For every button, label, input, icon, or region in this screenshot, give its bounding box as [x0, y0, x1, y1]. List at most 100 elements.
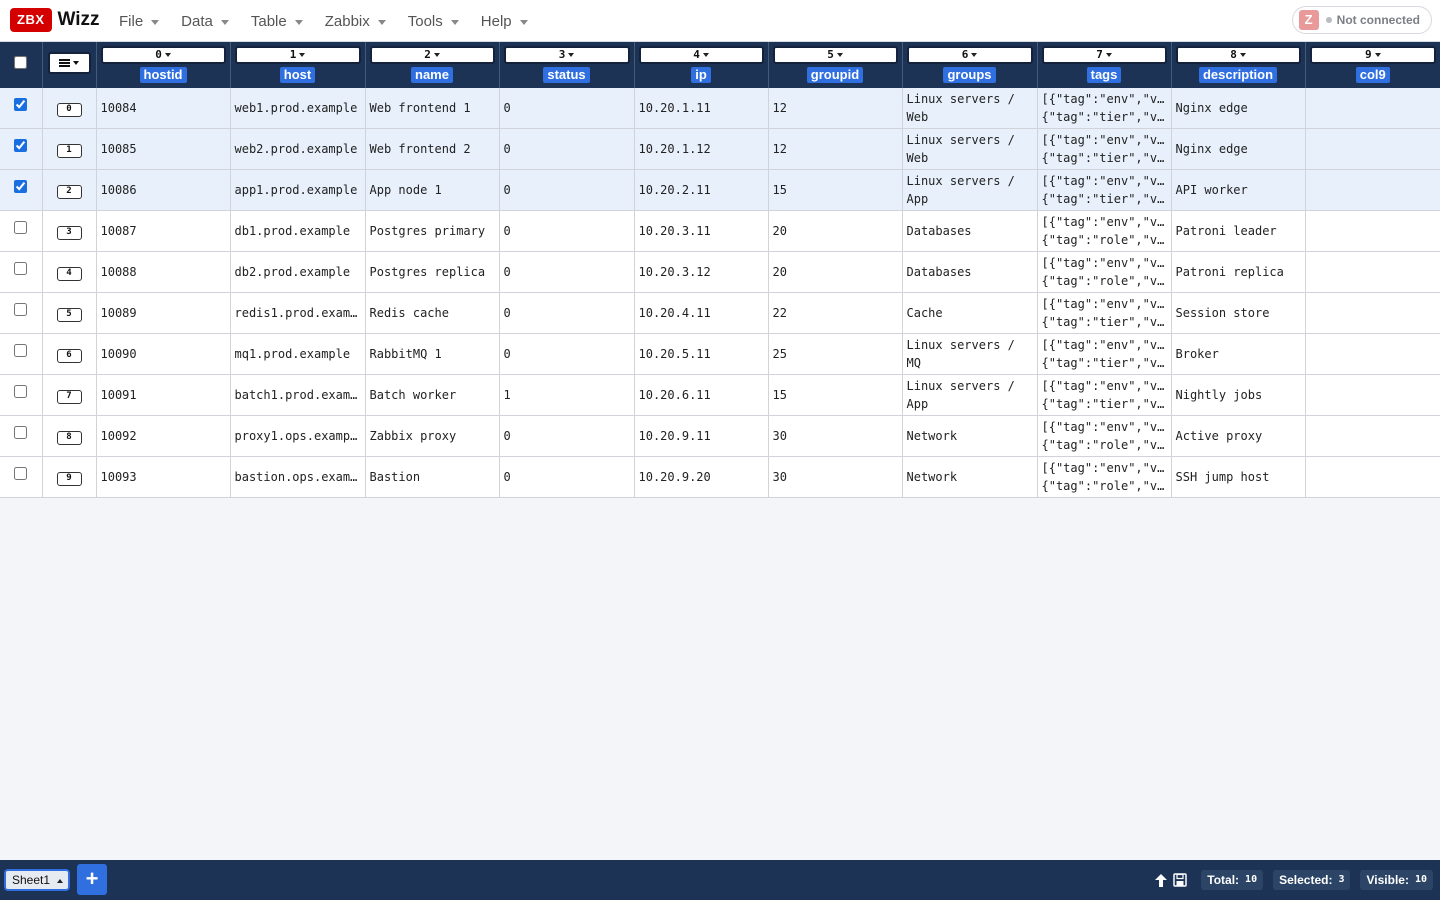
table-row[interactable]: 9 10093 bastion.ops.example Bastion 0 10.20.9…	[0, 456, 1440, 498]
cell-status[interactable]: 1	[499, 374, 635, 416]
cell-hostid[interactable]: 10087	[96, 210, 231, 252]
save-icon[interactable]	[1172, 872, 1188, 888]
cell-host[interactable]: mq1.prod.example	[230, 333, 366, 375]
cell-description[interactable]: Patroni leader	[1171, 210, 1306, 252]
cell-host[interactable]: bastion.ops.example	[230, 456, 366, 498]
table-row[interactable]: 3 10087 db1.prod.example Postgres primary 0 1…	[0, 210, 1440, 252]
cell-groups[interactable]: Linux servers / Web	[902, 88, 1038, 129]
cell-groups[interactable]: Linux servers / MQ	[902, 333, 1038, 375]
column-name[interactable]: description	[1198, 67, 1278, 83]
add-sheet-button[interactable]: +	[77, 864, 107, 895]
column-menu-button[interactable]: 6	[906, 46, 1033, 64]
menu-data[interactable]: Data	[181, 13, 229, 30]
cell-ip[interactable]: 10.20.3.12	[634, 251, 769, 293]
cell-name[interactable]: Web frontend 2	[365, 128, 500, 170]
table-row[interactable]: 2 10086 app1.prod.example App node 1 0 10.20.…	[0, 169, 1440, 211]
cell-hostid[interactable]: 10090	[96, 333, 231, 375]
cell-name[interactable]: Web frontend 1	[365, 88, 500, 129]
cell-description[interactable]: Session store	[1171, 292, 1306, 334]
row-checkbox[interactable]	[14, 385, 28, 398]
column-menu-button[interactable]: 0	[100, 46, 226, 64]
sheet-tab[interactable]: Sheet1	[4, 869, 70, 891]
cell-status[interactable]: 0	[499, 333, 635, 375]
column-name[interactable]: tags	[1086, 67, 1122, 83]
column-menu-button[interactable]: 8	[1175, 46, 1301, 64]
row-menu-button[interactable]: 6	[56, 348, 82, 363]
row-menu-button[interactable]: 0	[56, 102, 82, 117]
cell-ip[interactable]: 10.20.2.11	[634, 169, 769, 211]
cell-groups[interactable]: Cache	[902, 292, 1038, 334]
cell-hostid[interactable]: 10093	[96, 456, 231, 498]
row-checkbox[interactable]	[14, 139, 28, 152]
cell-description[interactable]: SSH jump host	[1171, 456, 1306, 498]
cell-host[interactable]: web2.prod.example	[230, 128, 366, 170]
cell-tags[interactable]: [{"tag":"env","value":"prod"}, {"tag":"ti…	[1037, 333, 1172, 375]
table-menu-button[interactable]	[47, 52, 91, 74]
cell-description[interactable]: Patroni replica	[1171, 251, 1306, 293]
cell-col9[interactable]	[1305, 169, 1440, 211]
cell-host[interactable]: db1.prod.example	[230, 210, 366, 252]
cell-name[interactable]: Bastion	[365, 456, 500, 498]
row-menu-button[interactable]: 9	[56, 471, 82, 486]
row-checkbox[interactable]	[14, 262, 28, 275]
cell-col9[interactable]	[1305, 128, 1440, 170]
cell-description[interactable]: API worker	[1171, 169, 1306, 211]
cell-name[interactable]: Batch worker	[365, 374, 500, 416]
column-name[interactable]: groupid	[806, 67, 864, 83]
cell-tags[interactable]: [{"tag":"env","value":"prod"}, {"tag":"ro…	[1037, 210, 1172, 252]
column-name[interactable]: status	[543, 67, 590, 83]
cell-groupid[interactable]: 30	[768, 456, 903, 498]
cell-tags[interactable]: [{"tag":"env","value":"prod"}, {"tag":"ti…	[1037, 374, 1172, 416]
cell-tags[interactable]: [{"tag":"env","value":"prod"}, {"tag":"ti…	[1037, 88, 1172, 129]
select-all-checkbox[interactable]	[14, 56, 28, 69]
cell-groups[interactable]: Linux servers / App	[902, 374, 1038, 416]
cell-ip[interactable]: 10.20.4.11	[634, 292, 769, 334]
menu-tools[interactable]: Tools	[408, 13, 459, 30]
cell-status[interactable]: 0	[499, 251, 635, 293]
cell-status[interactable]: 0	[499, 415, 635, 457]
cell-name[interactable]: Postgres primary	[365, 210, 500, 252]
cell-hostid[interactable]: 10088	[96, 251, 231, 293]
cell-groupid[interactable]: 12	[768, 88, 903, 129]
cell-host[interactable]: redis1.prod.example	[230, 292, 366, 334]
cell-tags[interactable]: [{"tag":"env","value":"prod"}, {"tag":"ro…	[1037, 251, 1172, 293]
row-menu-button[interactable]: 3	[56, 225, 82, 240]
row-checkbox[interactable]	[14, 344, 28, 357]
cell-description[interactable]: Broker	[1171, 333, 1306, 375]
cell-name[interactable]: Redis cache	[365, 292, 500, 334]
cell-hostid[interactable]: 10084	[96, 88, 231, 129]
cell-tags[interactable]: [{"tag":"env","value":"prod"}, {"tag":"ti…	[1037, 128, 1172, 170]
cell-hostid[interactable]: 10089	[96, 292, 231, 334]
cell-col9[interactable]	[1305, 333, 1440, 375]
cell-ip[interactable]: 10.20.1.12	[634, 128, 769, 170]
column-name[interactable]: col9	[1355, 67, 1390, 83]
cell-status[interactable]: 0	[499, 169, 635, 211]
table-row[interactable]: 7 10091 batch1.prod.example Batch worker 1 10…	[0, 374, 1440, 416]
cell-hostid[interactable]: 10086	[96, 169, 231, 211]
table-row[interactable]: 4 10088 db2.prod.example Postgres replica 0 1…	[0, 251, 1440, 293]
row-menu-button[interactable]: 1	[56, 143, 82, 158]
cell-ip[interactable]: 10.20.1.11	[634, 88, 769, 129]
column-menu-button[interactable]: 9	[1309, 46, 1436, 64]
cell-ip[interactable]: 10.20.9.20	[634, 456, 769, 498]
cell-description[interactable]: Nginx edge	[1171, 88, 1306, 129]
cell-description[interactable]: Nginx edge	[1171, 128, 1306, 170]
cell-host[interactable]: db2.prod.example	[230, 251, 366, 293]
cell-ip[interactable]: 10.20.5.11	[634, 333, 769, 375]
cell-name[interactable]: App node 1	[365, 169, 500, 211]
row-menu-button[interactable]: 2	[56, 184, 82, 199]
cell-description[interactable]: Nightly jobs	[1171, 374, 1306, 416]
menu-zabbix[interactable]: Zabbix	[325, 13, 386, 30]
cell-host[interactable]: batch1.prod.example	[230, 374, 366, 416]
cell-status[interactable]: 0	[499, 292, 635, 334]
row-checkbox[interactable]	[14, 467, 28, 480]
table-row[interactable]: 5 10089 redis1.prod.example Redis cache 0 10.…	[0, 292, 1440, 334]
cell-hostid[interactable]: 10085	[96, 128, 231, 170]
cell-tags[interactable]: [{"tag":"env","value":"prod"}, {"tag":"ti…	[1037, 169, 1172, 211]
row-checkbox[interactable]	[14, 426, 28, 439]
cell-col9[interactable]	[1305, 456, 1440, 498]
column-menu-button[interactable]: 2	[369, 46, 495, 64]
cell-col9[interactable]	[1305, 415, 1440, 457]
cell-col9[interactable]	[1305, 251, 1440, 293]
cell-groupid[interactable]: 15	[768, 169, 903, 211]
